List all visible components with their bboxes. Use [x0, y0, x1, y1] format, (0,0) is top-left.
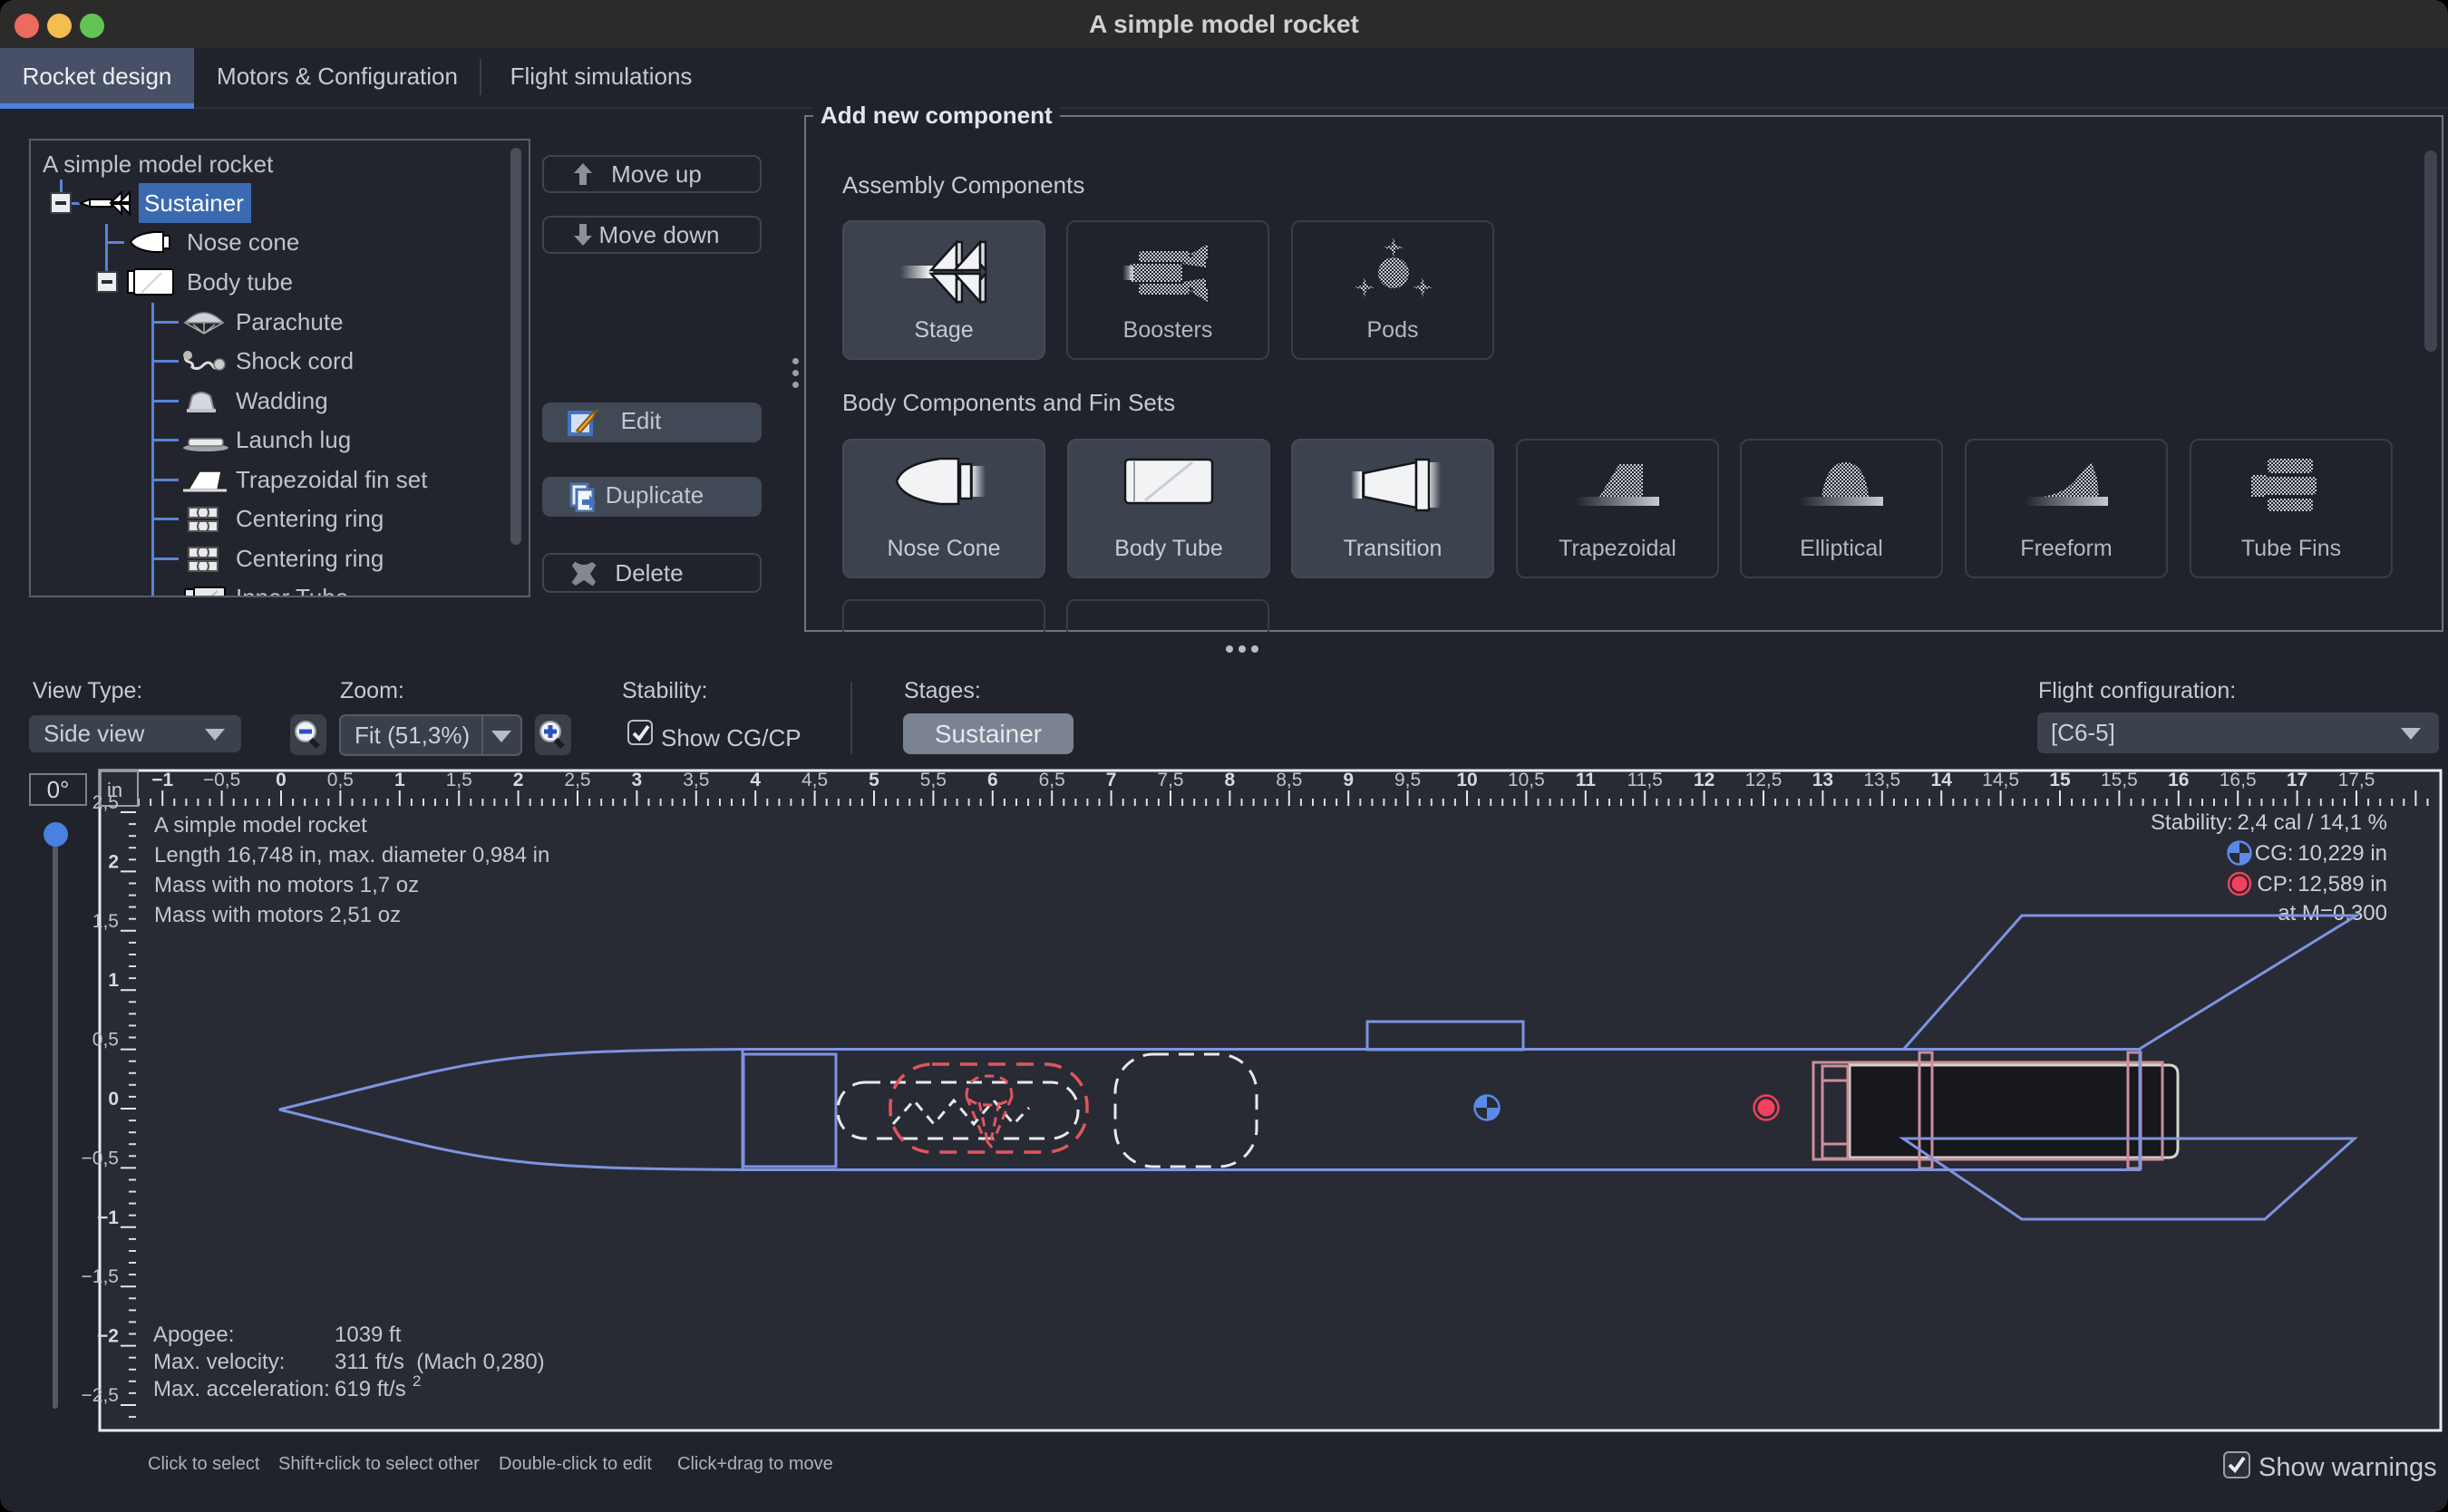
svg-text:14,5: 14,5 — [1982, 770, 2019, 790]
svg-text:−0,5: −0,5 — [82, 1148, 119, 1168]
svg-text:−0,5: −0,5 — [203, 770, 240, 790]
svg-text:5: 5 — [869, 770, 879, 790]
svg-text:11: 11 — [1576, 770, 1597, 790]
svg-text:4: 4 — [750, 770, 761, 790]
svg-text:9: 9 — [1343, 770, 1354, 790]
svg-text:311 ft/s (Mach 0,280): 311 ft/s (Mach 0,280) — [335, 1350, 545, 1374]
svg-text:at M=0,300: at M=0,300 — [2278, 901, 2387, 926]
svg-text:−2,5: −2,5 — [82, 1385, 119, 1406]
svg-text:10: 10 — [1456, 770, 1477, 790]
svg-text:CP: 12,589 in: CP: 12,589 in — [2257, 872, 2387, 897]
svg-text:10,5: 10,5 — [1508, 770, 1545, 790]
svg-text:17: 17 — [2287, 770, 2307, 790]
svg-text:2,5: 2,5 — [564, 770, 590, 790]
svg-text:15,5: 15,5 — [2101, 770, 2138, 790]
svg-text:13,5: 13,5 — [1863, 770, 1900, 790]
svg-text:Stability: 2,4 cal / 14,1 %: Stability: 2,4 cal / 14,1 % — [2151, 810, 2387, 835]
svg-text:16: 16 — [2168, 770, 2189, 790]
svg-text:13: 13 — [1812, 770, 1833, 790]
svg-text:CG: 10,229 in: CG: 10,229 in — [2255, 841, 2387, 866]
svg-text:0,5: 0,5 — [92, 1030, 119, 1051]
svg-text:1: 1 — [394, 770, 405, 790]
svg-text:619 ft/s: 619 ft/s — [335, 1377, 406, 1401]
svg-text:−1: −1 — [151, 770, 173, 790]
svg-text:3,5: 3,5 — [683, 770, 709, 790]
svg-text:−1: −1 — [97, 1207, 119, 1228]
svg-text:−1,5: −1,5 — [82, 1266, 119, 1287]
svg-text:8: 8 — [1225, 770, 1236, 790]
svg-text:1: 1 — [108, 970, 119, 991]
svg-text:17,5: 17,5 — [2338, 770, 2375, 790]
svg-text:Mass with no motors 1,7 oz: Mass with no motors 1,7 oz — [154, 873, 419, 897]
svg-text:1,5: 1,5 — [446, 770, 472, 790]
svg-text:12: 12 — [1694, 770, 1715, 790]
svg-text:14: 14 — [1931, 770, 1953, 790]
svg-text:6: 6 — [987, 770, 998, 790]
svg-text:3: 3 — [632, 770, 643, 790]
svg-text:0,5: 0,5 — [327, 770, 354, 790]
svg-text:1039 ft: 1039 ft — [335, 1323, 402, 1347]
svg-text:7: 7 — [1106, 770, 1117, 790]
svg-text:1,5: 1,5 — [92, 911, 119, 932]
svg-text:8,5: 8,5 — [1276, 770, 1302, 790]
svg-text:7,5: 7,5 — [1157, 770, 1183, 790]
svg-text:2: 2 — [413, 1372, 421, 1390]
svg-text:2: 2 — [108, 851, 119, 872]
svg-text:6,5: 6,5 — [1039, 770, 1065, 790]
svg-text:−2: −2 — [97, 1326, 119, 1347]
svg-text:4,5: 4,5 — [801, 770, 828, 790]
svg-text:Mass with motors 2,51 oz: Mass with motors 2,51 oz — [154, 903, 401, 927]
svg-text:15: 15 — [2049, 770, 2071, 790]
svg-text:5,5: 5,5 — [920, 770, 947, 790]
svg-text:12,5: 12,5 — [1745, 770, 1783, 790]
svg-text:Apogee:: Apogee: — [153, 1323, 234, 1347]
svg-text:16,5: 16,5 — [2220, 770, 2257, 790]
svg-text:9,5: 9,5 — [1394, 770, 1421, 790]
svg-text:2: 2 — [513, 770, 524, 790]
svg-text:0: 0 — [276, 770, 287, 790]
svg-text:2,5: 2,5 — [92, 792, 119, 813]
svg-text:Max. acceleration:: Max. acceleration: — [153, 1377, 330, 1401]
svg-text:Length 16,748 in, max. diamete: Length 16,748 in, max. diameter 0,984 in — [154, 843, 549, 867]
svg-text:A simple model rocket: A simple model rocket — [154, 813, 367, 838]
svg-text:0: 0 — [108, 1089, 119, 1110]
svg-text:11,5: 11,5 — [1627, 770, 1663, 790]
svg-text:Max. velocity:: Max. velocity: — [153, 1350, 285, 1374]
